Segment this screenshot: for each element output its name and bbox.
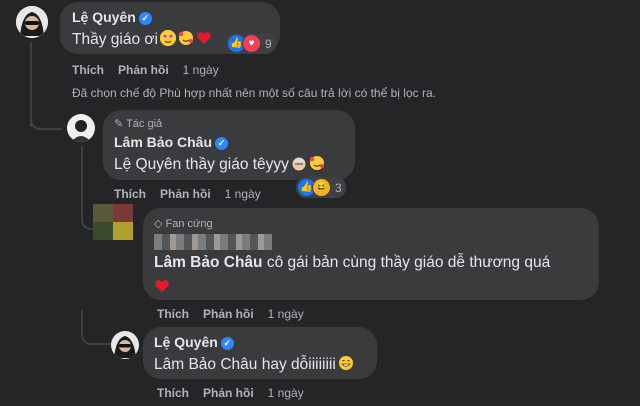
comment-body: Thầy giáo ơi (72, 31, 158, 48)
author-badge: ✎ Tác giả (114, 117, 162, 130)
diamond-icon: ◇ (154, 218, 166, 230)
love-reaction-icon: ♥ (242, 34, 261, 53)
pen-icon: ✎ (114, 118, 127, 130)
comment-actions: Thích Phản hồi 1 ngày (157, 307, 318, 321)
mention-link[interactable]: Lâm Bảo Châu (154, 254, 263, 271)
comment-text: Thầy giáo ơi (72, 30, 212, 49)
thread-connector-reply (81, 310, 113, 345)
mention-link[interactable]: Lâm Bảo Châu (154, 356, 257, 373)
like-button[interactable]: Thích (114, 187, 146, 201)
haha-reaction-icon: 😆 (312, 178, 331, 197)
avatar[interactable] (67, 114, 95, 142)
reply-button[interactable]: Phản hồi (203, 307, 254, 321)
reply-button[interactable]: Phản hồi (203, 386, 254, 400)
avatar[interactable] (111, 331, 139, 359)
heart-emoji (196, 30, 212, 46)
comment-body: hay dỗiiiiiiii (257, 356, 336, 373)
avatar[interactable] (16, 6, 48, 38)
reaction-count: 3 (335, 180, 342, 195)
comment-text: Lệ Quyên thầy giáo têyyy (114, 155, 325, 174)
timestamp[interactable]: 1 ngày (225, 187, 261, 201)
verified-icon: ✓ (220, 337, 234, 350)
author-name[interactable]: Lâm Bảo Châu (114, 134, 212, 150)
comment-text: Lâm Bảo Châu hay dỗiiiiiiii (154, 355, 354, 374)
reaction-count: 9 (265, 36, 272, 51)
timestamp[interactable]: 1 ngày (268, 307, 304, 321)
grinning-sweat-emoji (338, 355, 354, 371)
avatar[interactable] (93, 204, 133, 240)
smiling-hearts-emoji (309, 155, 325, 171)
reply-button[interactable]: Phản hồi (160, 187, 211, 201)
thread-connector-author (30, 100, 62, 130)
reaction-summary[interactable]: 👍 😆 3 (296, 177, 346, 198)
blurred-author-name[interactable] (154, 234, 272, 250)
badge-label: Tác giả (126, 118, 163, 130)
like-button[interactable]: Thích (72, 63, 104, 77)
like-button[interactable]: Thích (157, 307, 189, 321)
comment-text: Lâm Bảo Châu cô gái bản cùng thầy giáo d… (154, 254, 550, 272)
comment-actions: Thích Phản hồi 1 ngày (114, 187, 275, 201)
heart-emoji (154, 278, 170, 299)
timestamp[interactable]: 1 ngày (183, 63, 219, 77)
timestamp[interactable]: 1 ngày (268, 386, 304, 400)
author-name[interactable]: Lệ Quyên (72, 9, 136, 25)
mention-link[interactable]: Lệ Quyên (114, 156, 181, 173)
smiling-hearts-emoji (178, 30, 194, 46)
comment-author[interactable]: Lệ Quyên ✓ (72, 9, 152, 25)
comment-author[interactable]: Lệ Quyên ✓ (154, 334, 234, 350)
comment-actions: Thích Phản hồi 1 ngày (157, 386, 318, 400)
old-man-emoji (291, 155, 307, 171)
reply-button[interactable]: Phản hồi (118, 63, 169, 77)
reaction-summary[interactable]: 👍 ♥ 9 (226, 33, 276, 54)
badge-label: Fan cứng (165, 218, 213, 230)
star-struck-emoji (159, 30, 176, 46)
filter-notice: Đã chọn chế độ Phù hợp nhất nên một số c… (72, 86, 436, 100)
comment-body: cô gái bản cùng thầy giáo dễ thương quá (262, 254, 551, 271)
fan-badge: ◇ Fan cứng (154, 217, 213, 230)
verified-icon: ✓ (138, 12, 152, 25)
comment-actions: Thích Phản hồi 1 ngày (72, 63, 233, 77)
comment-author[interactable]: Lâm Bảo Châu ✓ (114, 134, 229, 150)
comment-body: thầy giáo têyyy (181, 156, 289, 173)
author-name[interactable]: Lệ Quyên (154, 334, 218, 350)
like-button[interactable]: Thích (157, 386, 189, 400)
verified-icon: ✓ (215, 137, 229, 150)
